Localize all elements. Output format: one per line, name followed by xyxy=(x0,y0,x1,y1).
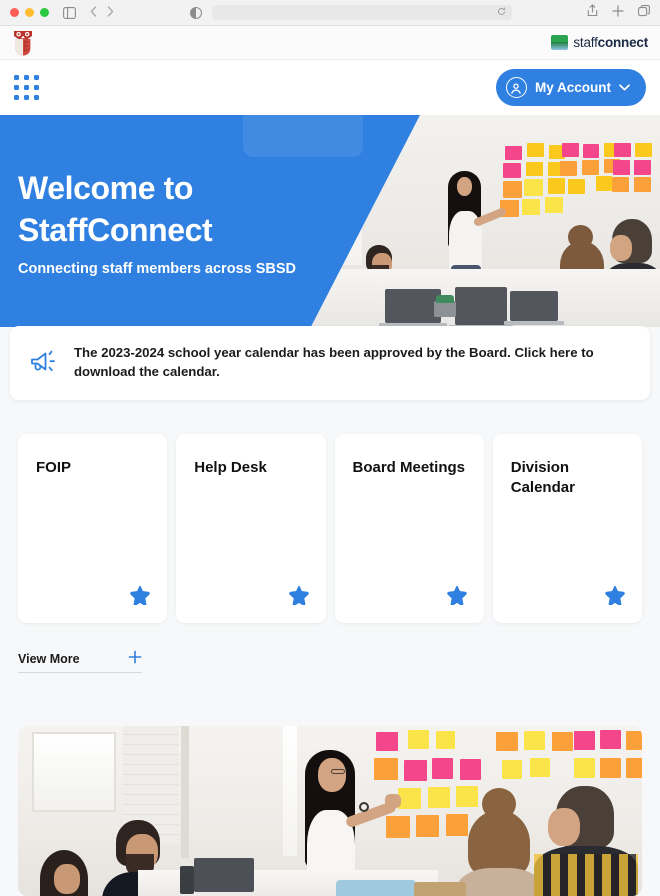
contrast-icon[interactable] xyxy=(189,6,202,19)
staffconnect-logo[interactable]: staffconnect xyxy=(551,35,648,50)
feature-photo xyxy=(18,726,642,896)
staffconnect-mark-icon xyxy=(551,35,569,50)
hero-subtitle: Connecting staff members across SBSD xyxy=(18,261,296,278)
quick-links-grid: FOIP Help Desk Board Meetings Division C… xyxy=(18,434,642,623)
owl-crest-logo[interactable] xyxy=(12,30,34,56)
hero-title-line2: StaffConnect xyxy=(18,212,213,249)
star-filled-icon[interactable] xyxy=(446,585,467,606)
quick-link-card[interactable]: Help Desk xyxy=(176,434,326,623)
forward-icon[interactable] xyxy=(107,5,114,20)
star-filled-icon[interactable] xyxy=(605,585,625,606)
card-title: Help Desk xyxy=(194,459,267,476)
quick-link-card[interactable]: FOIP xyxy=(18,434,168,623)
new-tab-icon[interactable] xyxy=(612,4,624,22)
minimize-window-button[interactable] xyxy=(25,8,34,17)
back-icon[interactable] xyxy=(90,5,97,20)
chevron-down-icon xyxy=(619,82,630,94)
hero-banner: Welcome to StaffConnect Connecting staff… xyxy=(0,115,660,327)
hero-accent-shape xyxy=(243,115,363,157)
site-header: staffconnect xyxy=(0,26,660,60)
view-more-button[interactable]: View More xyxy=(18,650,142,673)
card-title: Board Meetings xyxy=(352,459,466,476)
my-account-button[interactable]: My Account xyxy=(495,69,646,106)
tab-overview-icon[interactable] xyxy=(638,4,650,22)
view-more-label: View More xyxy=(18,651,80,666)
hero-text-block: Welcome to StaffConnect Connecting staff… xyxy=(18,167,296,277)
plus-icon[interactable] xyxy=(128,650,142,667)
sidebar-icon[interactable] xyxy=(63,6,76,19)
announcement-banner[interactable]: The 2023-2024 school year calendar has b… xyxy=(10,326,650,400)
star-filled-icon[interactable] xyxy=(130,585,151,606)
user-circle-icon xyxy=(505,77,527,98)
card-title: Division Calendar xyxy=(510,459,575,496)
card-title: FOIP xyxy=(36,459,72,476)
my-account-label: My Account xyxy=(534,80,611,95)
zoom-window-button[interactable] xyxy=(40,8,49,17)
reload-icon[interactable] xyxy=(497,7,506,18)
close-window-button[interactable] xyxy=(10,8,19,17)
address-bar[interactable] xyxy=(211,5,512,20)
window-traffic-lights[interactable] xyxy=(10,8,49,17)
main-navbar: My Account xyxy=(0,60,660,115)
star-filled-icon[interactable] xyxy=(288,585,309,606)
quick-link-card[interactable]: Board Meetings xyxy=(334,434,484,623)
share-icon[interactable] xyxy=(587,3,598,22)
staffconnect-wordmark: staffconnect xyxy=(573,35,648,50)
announcement-text: The 2023-2024 school year calendar has b… xyxy=(74,345,594,379)
quick-link-card[interactable]: Division Calendar xyxy=(492,434,642,623)
megaphone-icon xyxy=(30,350,58,376)
grid-apps-icon[interactable] xyxy=(14,75,39,100)
hero-title-line1: Welcome to xyxy=(18,170,194,206)
browser-toolbar xyxy=(0,0,660,26)
